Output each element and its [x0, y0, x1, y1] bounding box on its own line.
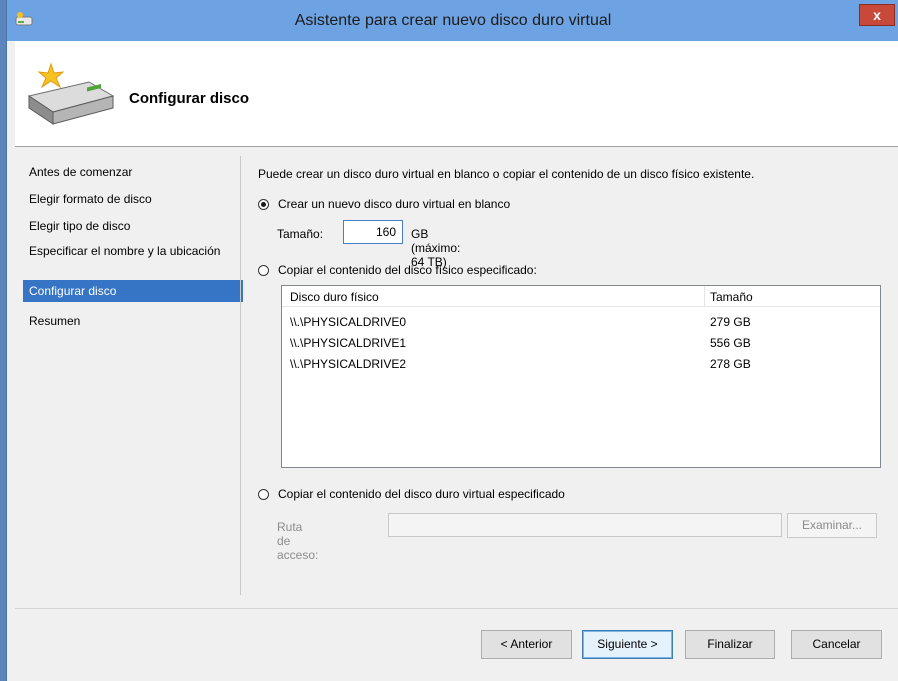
page-title: Configurar disco	[129, 90, 250, 107]
size-label: Tamaño:	[277, 227, 324, 241]
column-divider	[704, 286, 705, 306]
option-physical-disk[interactable]: Copiar el contenido del disco físico esp…	[258, 263, 537, 277]
path-label: Ruta de acceso:	[277, 520, 319, 562]
disk-size: 278 GB	[710, 357, 751, 371]
finish-button[interactable]: Finalizar	[685, 630, 775, 659]
wizard-header: Configurar disco	[15, 41, 898, 147]
nav-item-nombre-ubicacion[interactable]: Especificar el nombre y la ubicación	[29, 245, 229, 258]
wizard-window: Asistente para crear nuevo disco duro vi…	[6, 0, 898, 681]
disk-name: \\.\PHYSICALDRIVE1	[290, 336, 407, 350]
path-input[interactable]	[388, 513, 782, 537]
radio-new-disk[interactable]	[258, 198, 269, 210]
table-row[interactable]: \\.\PHYSICALDRIVE0 279 GB	[282, 312, 880, 332]
footer-divider	[15, 608, 898, 609]
table-row[interactable]: \\.\PHYSICALDRIVE1 556 GB	[282, 333, 880, 353]
nav-divider	[240, 156, 241, 595]
disk-name: \\.\PHYSICALDRIVE0	[290, 315, 407, 329]
cancel-button[interactable]: Cancelar	[791, 630, 882, 659]
wizard-steps-nav: Antes de comenzar Elegir formato de disc…	[15, 147, 243, 604]
option-physical-disk-label: Copiar el contenido del disco físico esp…	[278, 263, 537, 277]
radio-physical-disk[interactable]	[258, 264, 269, 276]
close-button[interactable]: x	[859, 4, 895, 26]
disk-name: \\.\PHYSICALDRIVE2	[290, 357, 407, 371]
physical-disk-list-header: Disco duro físico Tamaño	[282, 286, 880, 307]
nav-item-configurar-disco[interactable]: Configurar disco	[23, 280, 243, 302]
option-new-disk-label: Crear un nuevo disco duro virtual en bla…	[278, 197, 511, 211]
disk-size: 556 GB	[710, 336, 751, 350]
nav-item-antes-de-comenzar[interactable]: Antes de comenzar	[29, 166, 229, 179]
option-virtual-disk[interactable]: Copiar el contenido del disco duro virtu…	[258, 487, 565, 501]
option-virtual-disk-label: Copiar el contenido del disco duro virtu…	[278, 487, 565, 501]
column-header-size[interactable]: Tamaño	[710, 290, 753, 304]
disk-size: 279 GB	[710, 315, 751, 329]
radio-virtual-disk[interactable]	[258, 488, 269, 500]
size-input[interactable]: 160	[343, 220, 403, 244]
window-title: Asistente para crear nuevo disco duro vi…	[294, 12, 612, 29]
title-bar: Asistente para crear nuevo disco duro vi…	[7, 0, 898, 41]
table-row[interactable]: \\.\PHYSICALDRIVE2 278 GB	[282, 354, 880, 374]
nav-item-elegir-tipo[interactable]: Elegir tipo de disco	[29, 220, 229, 233]
browse-button[interactable]: Examinar...	[787, 513, 877, 538]
option-new-disk[interactable]: Crear un nuevo disco duro virtual en bla…	[258, 197, 510, 211]
column-header-disk[interactable]: Disco duro físico	[290, 290, 379, 304]
physical-disk-list[interactable]: Disco duro físico Tamaño \\.\PHYSICALDRI…	[281, 285, 881, 468]
previous-button[interactable]: < Anterior	[481, 630, 572, 659]
nav-item-resumen[interactable]: Resumen	[29, 315, 229, 328]
nav-item-elegir-formato[interactable]: Elegir formato de disco	[29, 193, 229, 206]
virtual-disk-icon	[21, 58, 121, 133]
intro-text: Puede crear un disco duro virtual en bla…	[258, 167, 755, 181]
next-button[interactable]: Siguiente >	[582, 630, 673, 659]
